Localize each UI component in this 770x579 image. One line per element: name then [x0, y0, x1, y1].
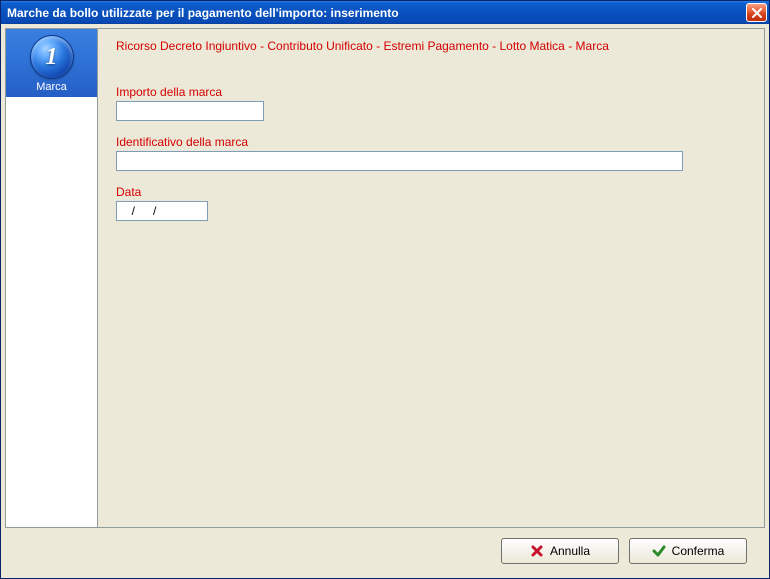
label-data: Data: [116, 185, 746, 199]
close-icon: [752, 8, 762, 18]
dialog-window: Marche da bollo utilizzate per il pagame…: [0, 0, 770, 579]
label-importo: Importo della marca: [116, 85, 746, 99]
field-identificativo: Identificativo della marca: [116, 135, 746, 171]
step-badge-icon: 1: [30, 35, 74, 79]
label-identificativo: Identificativo della marca: [116, 135, 746, 149]
input-importo[interactable]: [116, 101, 264, 121]
form-content: Ricorso Decreto Ingiuntivo - Contributo …: [98, 29, 764, 527]
dialog-body: 1 Marca Ricorso Decreto Ingiuntivo - Con…: [1, 24, 769, 578]
breadcrumb: Ricorso Decreto Ingiuntivo - Contributo …: [116, 39, 746, 53]
step-number: 1: [46, 44, 58, 71]
dialog-footer: Annulla Conferma: [5, 528, 765, 574]
confirm-button[interactable]: Conferma: [629, 538, 747, 564]
main-panel: 1 Marca Ricorso Decreto Ingiuntivo - Con…: [5, 28, 765, 528]
field-importo: Importo della marca: [116, 85, 746, 121]
confirm-label: Conferma: [672, 544, 725, 558]
window-title: Marche da bollo utilizzate per il pagame…: [7, 6, 746, 20]
cancel-button[interactable]: Annulla: [501, 538, 619, 564]
cancel-label: Annulla: [550, 544, 590, 558]
input-identificativo[interactable]: [116, 151, 683, 171]
wizard-sidebar: 1 Marca: [6, 29, 98, 527]
field-data: Data: [116, 185, 746, 221]
close-button[interactable]: [746, 3, 767, 22]
title-bar: Marche da bollo utilizzate per il pagame…: [1, 1, 769, 24]
step-label: Marca: [6, 81, 97, 93]
confirm-icon: [652, 544, 666, 558]
wizard-step-marca[interactable]: 1 Marca: [6, 29, 97, 97]
cancel-icon: [530, 544, 544, 558]
input-data[interactable]: [116, 201, 208, 221]
